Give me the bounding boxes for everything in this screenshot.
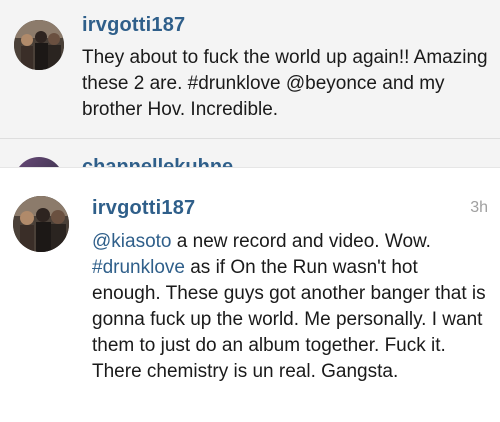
comment-username[interactable]: irvgotti187	[82, 14, 185, 37]
avatar[interactable]	[14, 20, 64, 70]
comment-text-segment: a new record and video. Wow.	[171, 231, 431, 252]
hashtag-link[interactable]: #drunklove	[92, 257, 185, 278]
comment-text: They about to fuck the world up again!! …	[82, 47, 488, 120]
comments-screen: irvgotti187 They about to fuck the world…	[0, 0, 500, 422]
divider	[0, 167, 500, 186]
avatar[interactable]	[14, 157, 64, 167]
comment-row-partial: channellekuhne	[0, 139, 500, 167]
comment-username[interactable]: channellekuhne	[82, 156, 233, 167]
comment-row: irvgotti187 They about to fuck the world…	[0, 0, 500, 138]
profile-photo-icon	[14, 20, 64, 70]
comment-timestamp: 3h	[470, 199, 488, 216]
mention-link[interactable]: @kiasoto	[92, 231, 172, 252]
comment-username[interactable]: irvgotti187	[92, 197, 195, 220]
profile-photo-icon	[13, 196, 69, 252]
avatar[interactable]	[13, 196, 69, 252]
comment-text: @kiasoto a new record and video. Wow. #d…	[92, 229, 487, 385]
